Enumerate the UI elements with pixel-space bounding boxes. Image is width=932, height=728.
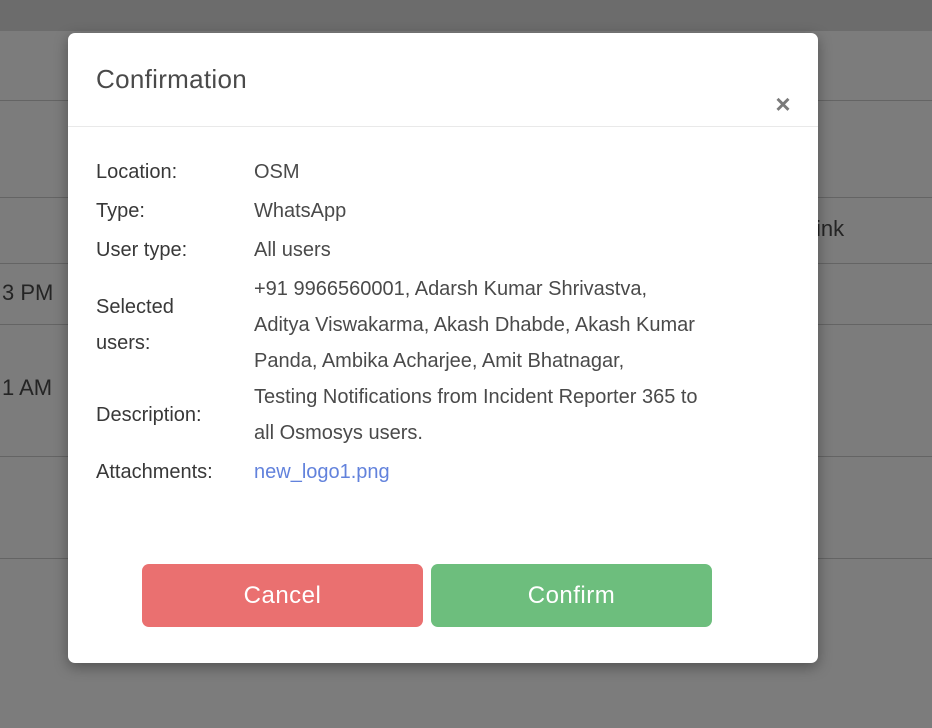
location-value: OSM <box>254 154 704 190</box>
type-value: WhatsApp <box>254 193 704 229</box>
field-row-user-type: User type: All users <box>96 232 770 268</box>
field-row-selected-users: Selected users: +91 9966560001, Adarsh K… <box>96 271 770 379</box>
selected-users-value: +91 9966560001, Adarsh Kumar Shrivastva,… <box>254 271 704 379</box>
dialog-body: Location: OSM Type: WhatsApp User type: … <box>68 127 818 627</box>
field-row-attachments: Attachments: new_logo1.png <box>96 454 770 490</box>
field-row-description: Description: Testing Notifications from … <box>96 379 770 451</box>
cancel-button[interactable]: Cancel <box>142 564 423 627</box>
field-row-location: Location: OSM <box>96 154 770 190</box>
attachments-label: Attachments: <box>96 454 254 490</box>
selected-users-label: Selected users: <box>96 289 254 361</box>
close-icon[interactable]: × <box>766 87 800 121</box>
description-label: Description: <box>96 397 254 433</box>
user-type-value: All users <box>254 232 704 268</box>
user-type-label: User type: <box>96 232 254 268</box>
dialog-header: Confirmation × <box>68 33 818 127</box>
confirm-button[interactable]: Confirm <box>431 564 712 627</box>
attachment-link[interactable]: new_logo1.png <box>254 461 390 483</box>
attachments-value: new_logo1.png <box>254 454 704 490</box>
description-value: Testing Notifications from Incident Repo… <box>254 379 704 451</box>
dialog-footer: Cancel Confirm <box>96 564 770 627</box>
background-navbar <box>0 0 932 31</box>
dialog-title: Confirmation <box>96 64 247 95</box>
type-label: Type: <box>96 193 254 229</box>
background-column-header-fragment: ink <box>816 216 844 242</box>
background-timestamp-fragment: 3 PM <box>2 280 53 306</box>
location-label: Location: <box>96 154 254 190</box>
confirmation-dialog: Confirmation × Location: OSM Type: Whats… <box>68 33 818 663</box>
field-row-type: Type: WhatsApp <box>96 193 770 229</box>
background-timestamp-fragment: 1 AM <box>2 375 52 401</box>
